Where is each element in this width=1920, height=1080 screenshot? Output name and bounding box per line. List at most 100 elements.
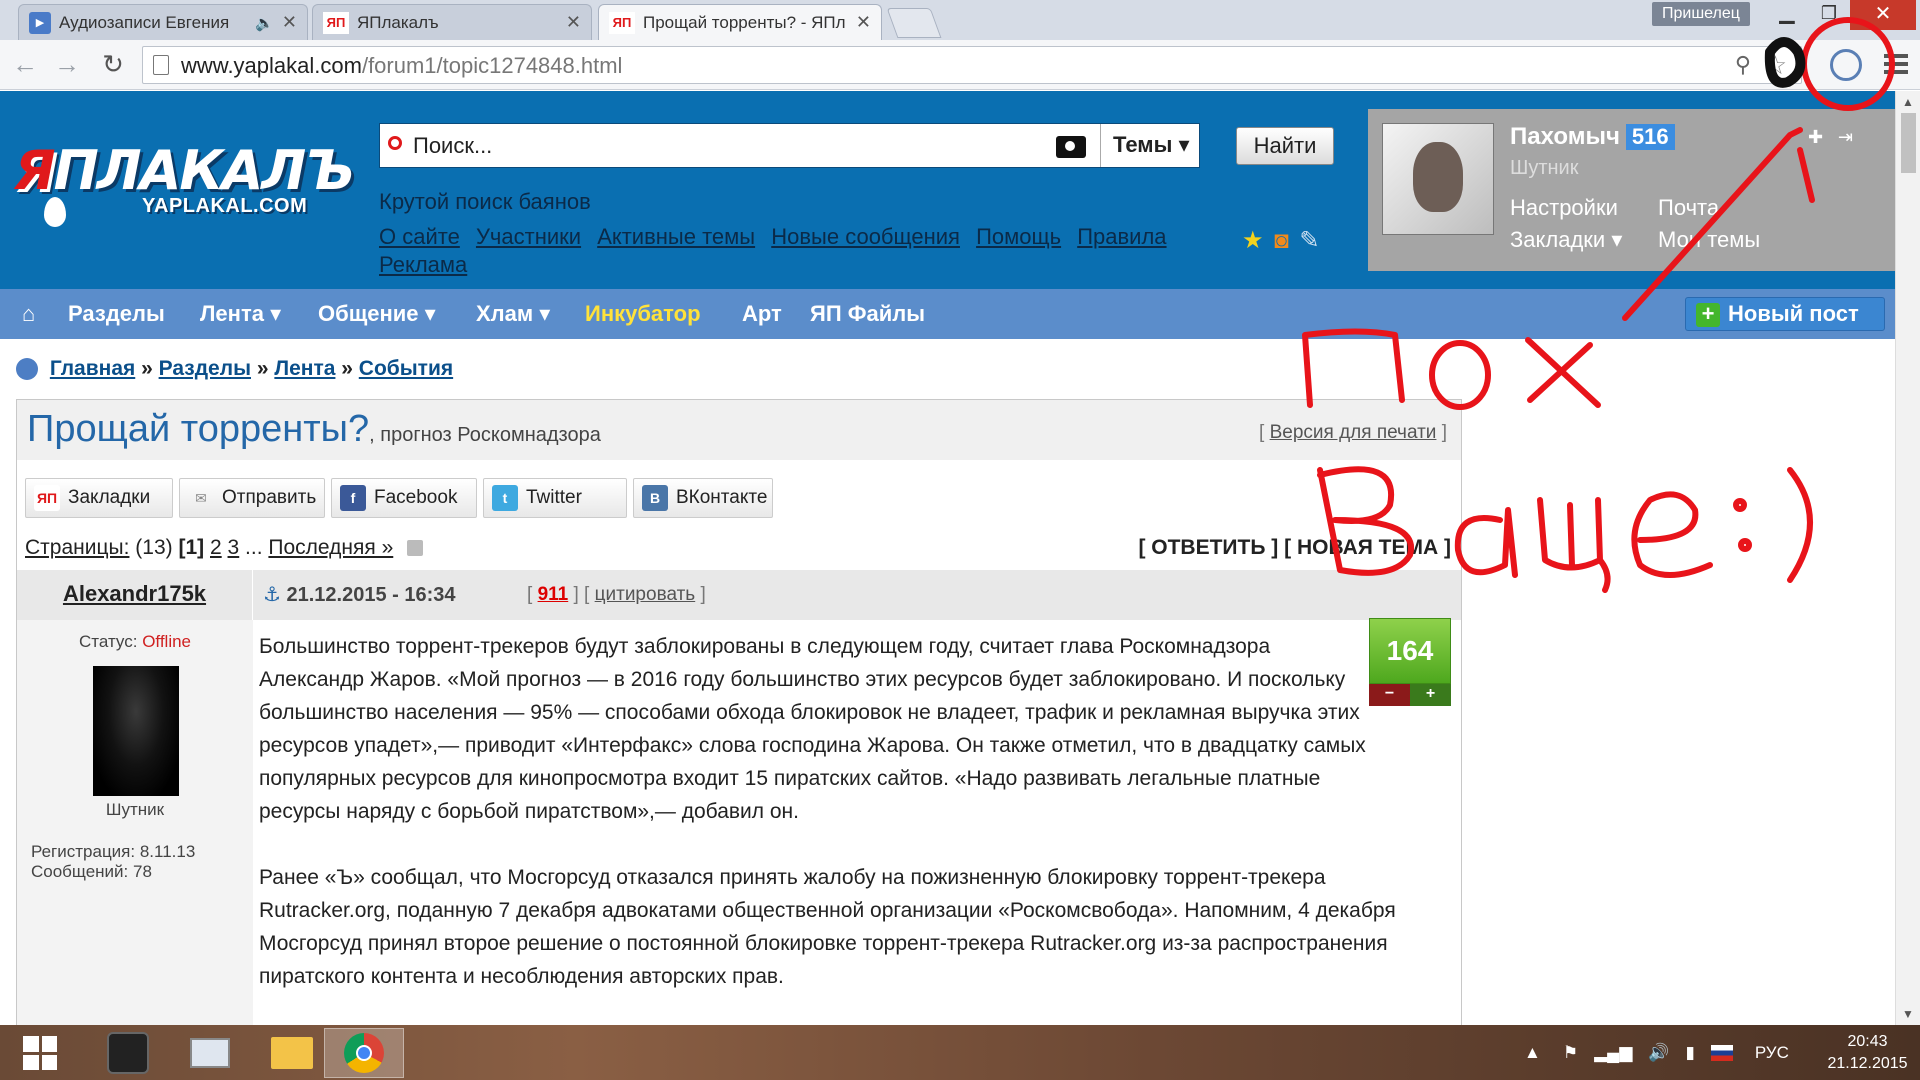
author-status: Статус: Offline bbox=[78, 632, 192, 651]
camera-icon[interactable] bbox=[1056, 136, 1086, 158]
search-input[interactable]: Поиск... bbox=[413, 133, 492, 159]
scroll-down-icon[interactable]: ▼ bbox=[1902, 1007, 1914, 1021]
window-close-button[interactable]: ✕ bbox=[1850, 0, 1916, 30]
back-arrow-icon[interactable]: ← bbox=[10, 50, 40, 80]
rating-minus-button[interactable]: − bbox=[1369, 684, 1410, 706]
breadcrumb-sections[interactable]: Разделы bbox=[159, 357, 251, 380]
flag-icon[interactable]: ⚑ bbox=[1563, 1043, 1578, 1063]
share-send-button[interactable]: ✉ Отправить bbox=[179, 478, 325, 518]
username[interactable]: Пахомыч 516 bbox=[1510, 123, 1675, 151]
nav-item-incubator[interactable]: Инкубатор bbox=[585, 301, 701, 327]
network-icon[interactable]: ▂▄▆ bbox=[1594, 1043, 1632, 1063]
browser-tab-audio[interactable]: ▶ Аудиозаписи Евгения 🔈 ✕ bbox=[18, 4, 308, 40]
add-icon[interactable]: ✚ bbox=[1808, 127, 1823, 148]
share-twitter-button[interactable]: t Twitter bbox=[483, 478, 627, 518]
breadcrumb-events[interactable]: События bbox=[359, 357, 453, 380]
extension-icon[interactable] bbox=[1830, 49, 1862, 81]
new-post-button[interactable]: + Новый пост bbox=[1685, 297, 1885, 331]
author-avatar[interactable] bbox=[93, 666, 179, 796]
share-facebook-button[interactable]: f Facebook bbox=[331, 478, 477, 518]
home-icon[interactable]: ⌂ bbox=[22, 301, 35, 327]
new-topic-button[interactable]: [ НОВАЯ ТЕМА ] bbox=[1284, 536, 1451, 559]
share-bookmarks-button[interactable]: ЯП Закладки bbox=[25, 478, 173, 518]
bookmark-star-icon[interactable]: ☆ bbox=[1764, 50, 1787, 81]
breadcrumb-home[interactable]: Главная bbox=[50, 357, 135, 380]
close-icon[interactable]: ✕ bbox=[566, 12, 581, 33]
browser-tab-yaplakal[interactable]: ЯП ЯПлакалъ ✕ bbox=[312, 4, 592, 40]
header-link-about[interactable]: О сайте bbox=[379, 224, 460, 249]
twitter-icon: t bbox=[492, 485, 518, 511]
page-link[interactable]: 2 bbox=[210, 536, 222, 559]
share-vkontakte-button[interactable]: B ВКонтакте bbox=[633, 478, 773, 518]
last-page-link[interactable]: Последняя » bbox=[268, 536, 393, 559]
nav-item-junk[interactable]: Хлам ▾ bbox=[476, 301, 550, 327]
battery-icon[interactable]: ▮ bbox=[1685, 1043, 1694, 1063]
close-icon[interactable]: ✕ bbox=[856, 12, 871, 33]
post-author[interactable]: Alexandr175k bbox=[17, 570, 253, 620]
rss-icon[interactable]: ◙ bbox=[1274, 227, 1289, 254]
tray-expand-icon[interactable]: ▲ bbox=[1524, 1043, 1541, 1063]
nav-item-files[interactable]: ЯП Файлы bbox=[810, 301, 925, 327]
header-link-ads[interactable]: Реклама bbox=[379, 252, 467, 277]
pagination: Страницы: (13) [1] 2 3 ... Последняя » bbox=[25, 536, 424, 560]
hamburger-menu-icon[interactable] bbox=[1884, 50, 1908, 78]
reply-button[interactable]: [ ОТВЕТИТЬ ] bbox=[1138, 536, 1278, 559]
nav-item-art[interactable]: Арт bbox=[742, 301, 782, 327]
forward-arrow-icon[interactable]: → bbox=[52, 50, 82, 80]
taskbar-explorer[interactable] bbox=[252, 1028, 332, 1078]
search-scope-select[interactable]: Темы ▾ bbox=[1100, 124, 1200, 167]
post-rating: 164 − + bbox=[1369, 618, 1451, 708]
reload-icon[interactable]: ↻ bbox=[98, 50, 128, 80]
post-meta: [ 911 ] [ цитировать ] bbox=[527, 584, 706, 605]
settings-link[interactable]: Настройки bbox=[1510, 195, 1618, 221]
scroll-up-icon[interactable]: ▲ bbox=[1902, 95, 1914, 109]
anchor-icon[interactable]: ⚓ bbox=[263, 584, 281, 606]
dropdown-icon[interactable] bbox=[407, 540, 424, 557]
new-tab-button[interactable] bbox=[886, 8, 942, 38]
logout-icon[interactable]: ⇥ bbox=[1838, 127, 1853, 148]
zoom-icon[interactable]: ⚲ bbox=[1735, 52, 1751, 78]
taskbar-speedometer-app[interactable] bbox=[88, 1028, 168, 1078]
language-indicator[interactable]: РУС bbox=[1755, 1043, 1789, 1063]
logo-subtitle: YAPLAKAL.COM bbox=[142, 195, 308, 217]
post-number[interactable]: 911 bbox=[538, 584, 569, 605]
search-button[interactable]: Найти bbox=[1236, 127, 1334, 165]
quote-link[interactable]: цитировать bbox=[595, 584, 696, 605]
header-link-rules[interactable]: Правила bbox=[1077, 224, 1166, 249]
pencil-icon[interactable]: ✎ bbox=[1299, 227, 1319, 254]
header-link-active[interactable]: Активные темы bbox=[597, 224, 755, 249]
taskbar-clock[interactable]: 20:43 21.12.2015 bbox=[1820, 1031, 1915, 1075]
avatar[interactable] bbox=[1382, 123, 1494, 235]
star-icon[interactable]: ★ bbox=[1242, 227, 1264, 254]
page-link[interactable]: 3 bbox=[228, 536, 240, 559]
nav-item-sections[interactable]: Разделы bbox=[68, 301, 165, 327]
start-button[interactable] bbox=[0, 1028, 80, 1078]
address-bar[interactable]: www.yaplakal.com/forum1/topic1274848.htm… bbox=[142, 46, 1802, 84]
nav-item-chat[interactable]: Общение ▾ bbox=[318, 301, 436, 327]
rating-plus-button[interactable]: + bbox=[1410, 684, 1451, 706]
user-rank: Шутник bbox=[1510, 157, 1579, 179]
header-link-members[interactable]: Участники bbox=[476, 224, 581, 249]
volume-icon[interactable]: 🔊 bbox=[1648, 1043, 1669, 1063]
restore-button[interactable]: ❐ bbox=[1812, 0, 1846, 28]
scroll-thumb[interactable] bbox=[1901, 113, 1916, 173]
page-scrollbar[interactable]: ▲ ▼ bbox=[1895, 91, 1920, 1025]
minimize-button[interactable]: ▁ bbox=[1770, 0, 1804, 28]
nav-item-feed[interactable]: Лента ▾ bbox=[200, 301, 281, 327]
close-icon[interactable]: ✕ bbox=[282, 12, 297, 33]
taskbar-chrome[interactable] bbox=[324, 1028, 404, 1078]
taskbar-monitor-app[interactable] bbox=[170, 1028, 250, 1078]
mail-link[interactable]: Почта bbox=[1658, 195, 1719, 221]
pages-label[interactable]: Страницы: bbox=[25, 536, 129, 559]
site-logo[interactable]: ЯПЛАКАЛЪ YAPLAKAL.COM bbox=[14, 139, 355, 229]
browser-tab-topic[interactable]: ЯП Прощай торренты? - ЯПл ✕ bbox=[598, 4, 882, 40]
bookmarks-link[interactable]: Закладки ▾ bbox=[1510, 227, 1622, 253]
url-text[interactable]: www.yaplakal.com/forum1/topic1274848.htm… bbox=[181, 53, 622, 79]
browser-profile-button[interactable]: Пришелец bbox=[1652, 2, 1750, 26]
site-header: ЯПЛАКАЛЪ YAPLAKAL.COM Поиск... Темы ▾ На… bbox=[0, 91, 1895, 289]
print-version-link[interactable]: Версия для печати bbox=[1270, 422, 1437, 443]
header-link-help[interactable]: Помощь bbox=[976, 224, 1061, 249]
breadcrumb-feed[interactable]: Лента bbox=[274, 357, 335, 380]
my-topics-link[interactable]: Мои темы bbox=[1658, 227, 1760, 253]
header-link-new[interactable]: Новые сообщения bbox=[771, 224, 960, 249]
